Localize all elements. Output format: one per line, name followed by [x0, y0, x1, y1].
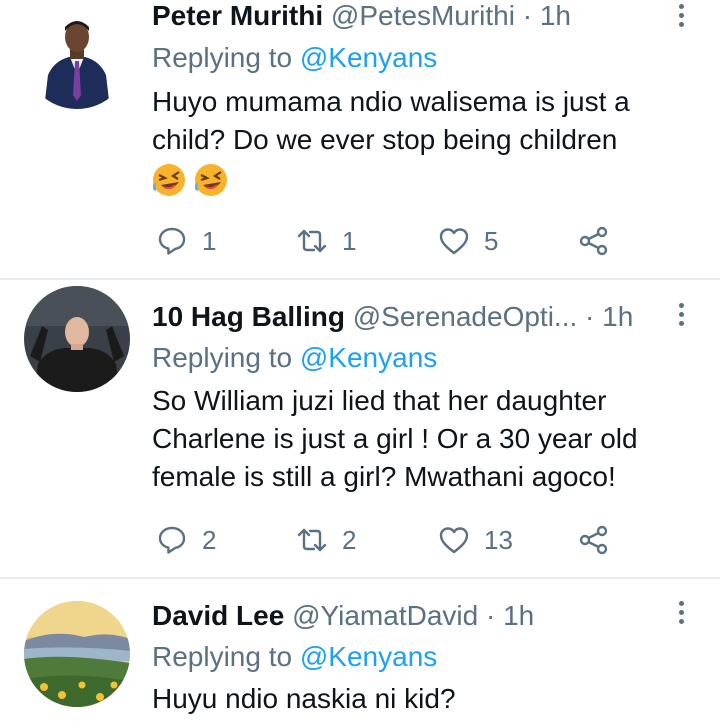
reply-icon — [158, 526, 186, 554]
reply-icon — [158, 227, 186, 255]
display-name[interactable]: David Lee — [152, 600, 284, 631]
like-icon — [439, 527, 469, 554]
tweet-text: Huyo mumama ndio walisema is just a chil… — [152, 83, 692, 159]
avatar[interactable] — [24, 286, 130, 392]
avatar[interactable] — [24, 3, 130, 109]
share-button[interactable] — [578, 221, 610, 261]
separator-dot: · — [485, 600, 496, 631]
tweet-header: Peter Murithi @PetesMurithi · 1h — [152, 0, 652, 34]
share-icon — [579, 525, 608, 555]
tweet-header: 10 Hag Balling @SerenadeOpti... · 1h — [152, 299, 652, 335]
replying-prefix: Replying to — [152, 42, 293, 73]
reply-count: 2 — [202, 524, 217, 555]
more-options-icon[interactable] — [676, 601, 686, 631]
rolling-on-floor-laughing-icon — [194, 163, 228, 197]
like-button[interactable]: 13 — [438, 520, 513, 560]
replying-to: Replying to @Kenyans — [152, 340, 437, 376]
tweet-text-line: Charlene is just a girl ! Or a 30 year o… — [152, 423, 638, 454]
retweet-button[interactable]: 1 — [296, 221, 356, 261]
mention-link[interactable]: @Kenyans — [300, 641, 437, 672]
display-name[interactable]: Peter Murithi — [152, 0, 323, 31]
tweet-text-line: child? Do we ever stop being children — [152, 124, 618, 155]
share-button[interactable] — [578, 520, 610, 560]
tweet-header: David Lee @YiamatDavid · 1h — [152, 598, 652, 634]
retweet-button[interactable]: 2 — [296, 520, 356, 560]
tweet[interactable]: 10 Hag Balling @SerenadeOpti... · 1h Rep… — [0, 280, 720, 578]
tweet-text-line: Huyu ndio naskia ni kid? — [152, 683, 456, 714]
replying-prefix: Replying to — [152, 641, 293, 672]
retweet-count: 1 — [342, 225, 357, 256]
tweet-actions: 2 2 13 — [156, 520, 616, 560]
timestamp[interactable]: 1h — [602, 301, 633, 332]
timestamp[interactable]: 1h — [503, 600, 534, 631]
reply-button[interactable]: 1 — [156, 221, 216, 261]
share-icon — [579, 226, 608, 256]
rolling-on-floor-laughing-icon — [152, 163, 186, 197]
tweet-feed: Peter Murithi @PetesMurithi · 1h Replyin… — [0, 0, 720, 724]
tweet-text: Huyu ndio naskia ni kid? — [152, 680, 692, 718]
display-name[interactable]: 10 Hag Balling — [152, 301, 345, 332]
replying-to: Replying to @Kenyans — [152, 639, 437, 675]
tweet[interactable]: David Lee @YiamatDavid · 1h Replying to … — [0, 579, 720, 724]
tweet-text: So William juzi lied that her daughter C… — [152, 382, 692, 496]
emoji-row — [152, 163, 232, 199]
user-handle[interactable]: @SerenadeOpti... — [353, 301, 578, 332]
user-handle[interactable]: @PetesMurithi — [331, 0, 515, 31]
more-options-icon[interactable] — [676, 303, 686, 333]
separator-dot: · — [522, 0, 533, 31]
tweet-text-line: Huyo mumama ndio walisema is just a — [152, 86, 630, 117]
user-handle[interactable]: @YiamatDavid — [292, 600, 478, 631]
more-options-icon[interactable] — [676, 4, 686, 34]
retweet-icon — [297, 229, 327, 253]
replying-to: Replying to @Kenyans — [152, 40, 437, 76]
tweet-actions: 1 1 5 — [156, 221, 616, 261]
mention-link[interactable]: @Kenyans — [300, 42, 437, 73]
avatar[interactable] — [24, 601, 130, 707]
retweet-count: 2 — [342, 524, 357, 555]
like-count: 5 — [484, 225, 499, 256]
replying-prefix: Replying to — [152, 342, 293, 373]
like-icon — [439, 228, 469, 255]
timestamp[interactable]: 1h — [540, 0, 571, 31]
mention-link[interactable]: @Kenyans — [300, 342, 437, 373]
like-button[interactable]: 5 — [438, 221, 498, 261]
tweet-text-line: So William juzi lied that her daughter — [152, 385, 607, 416]
like-count: 13 — [484, 524, 513, 555]
reply-count: 1 — [202, 225, 217, 256]
reply-button[interactable]: 2 — [156, 520, 216, 560]
tweet[interactable]: Peter Murithi @PetesMurithi · 1h Replyin… — [0, 0, 720, 279]
tweet-text-line: female is still a girl? Mwathani agoco! — [152, 461, 616, 492]
retweet-icon — [297, 528, 327, 552]
separator-dot: · — [585, 301, 595, 332]
